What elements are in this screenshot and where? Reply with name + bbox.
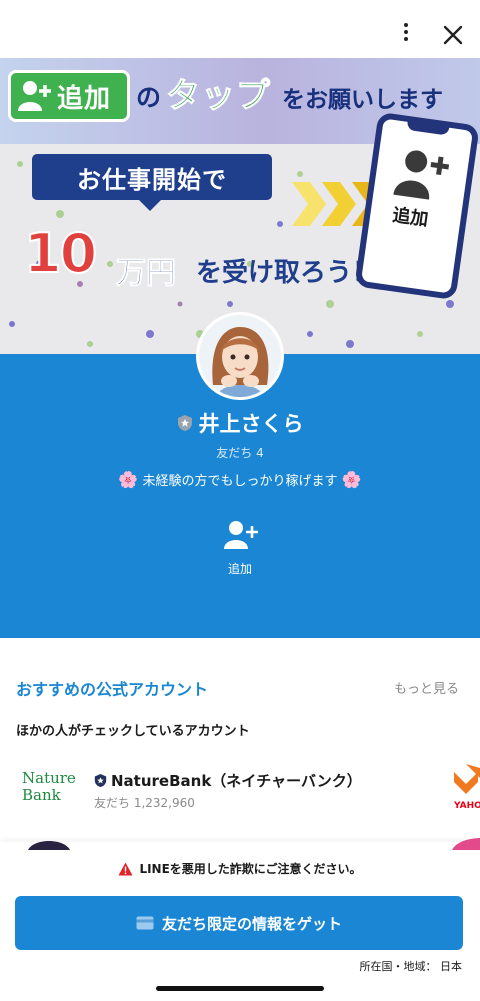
get-info-button[interactable]: 友だち限定の情報をゲット [15, 896, 463, 950]
home-indicator [156, 986, 324, 991]
region-info: 所在国・地域： 日本 [359, 960, 463, 973]
add-friend-label: 追加 [227, 562, 252, 576]
badge-add-text: 追加 [57, 83, 112, 114]
recommended-title: おすすめの公式アカウント [16, 680, 209, 699]
avatar[interactable] [196, 312, 284, 400]
amount-caption: を受け取ろう！ [196, 258, 379, 288]
shield-icon [94, 774, 107, 787]
amount-unit: 万円 [116, 256, 177, 292]
yahoo-logo-mark: YAHOO [453, 764, 480, 811]
phone-notch [406, 119, 450, 136]
banner-request-text: をお願いします [282, 87, 443, 113]
add-badge: 追加 [8, 70, 130, 122]
add-friend-button[interactable]: 追加 [206, 518, 274, 578]
amount-number: 10 [23, 221, 98, 286]
card-icon [136, 916, 154, 930]
promo-banner[interactable]: 追加 の タップ をお願いします お仕事開始で 10 万円 を受け取ろう！ 追加 [0, 58, 480, 354]
more-vertical-icon[interactable] [394, 20, 418, 50]
recommended-account-name: NatureBank（ネイチャーバンク） [111, 772, 362, 790]
fraud-warning: LINEを悪用した詐欺にご注意ください。 [0, 860, 480, 877]
speech-bubble: お仕事開始で [32, 154, 272, 200]
account-name: 井上さくら [198, 412, 304, 436]
shield-icon [177, 415, 192, 431]
warning-icon [118, 862, 133, 875]
yahoo-logo-text: YAHOO [453, 801, 480, 811]
add-friend-icon [18, 81, 51, 111]
status-text: 未経験の方でもしっかり稼げます [142, 474, 338, 489]
recommended-account-friends: 友だち 1,232,960 [94, 796, 195, 810]
hidden-row-avatars [28, 838, 480, 850]
see-more-link[interactable]: もっと見る [394, 678, 459, 697]
warning-text: LINEを悪用した詐欺にご注意ください。 [139, 862, 362, 876]
flower-icon: 🌸 [341, 470, 362, 489]
speech-bubble-tail [138, 199, 162, 211]
add-friend-icon [393, 150, 450, 200]
close-icon[interactable] [438, 20, 468, 50]
account-name-row[interactable]: NatureBank（ネイチャーバンク） [94, 770, 362, 791]
avatar-illustration [199, 315, 281, 397]
add-friend-icon [224, 521, 258, 549]
phone-add-label: 追加 [391, 204, 430, 231]
banner-request-particle: の [136, 83, 162, 112]
line-official-account-page: 追加 の タップ をお願いします お仕事開始で 10 万円 を受け取ろう！ 追加… [0, 0, 480, 1001]
yahoo-logo[interactable]: YAHOO [444, 760, 480, 812]
logo-line-2: Bank [22, 786, 61, 804]
friends-count: 友だち 4 [216, 446, 264, 460]
recommended-subtitle: ほかの人がチェックしているアカウント [16, 724, 250, 739]
get-info-label: 友だち限定の情報をゲット [161, 914, 342, 933]
top-bar [0, 0, 480, 58]
flower-icon: 🌸 [118, 470, 139, 489]
profile-name-row: 井上さくら [0, 408, 480, 438]
logo-line-1: Nature [22, 769, 76, 787]
banner-request-tap: タップ [166, 76, 271, 117]
naturebank-logo[interactable]: Nature Bank [22, 769, 76, 810]
status-message: 🌸 未経験の方でもしっかり稼げます 🌸 [0, 470, 480, 489]
